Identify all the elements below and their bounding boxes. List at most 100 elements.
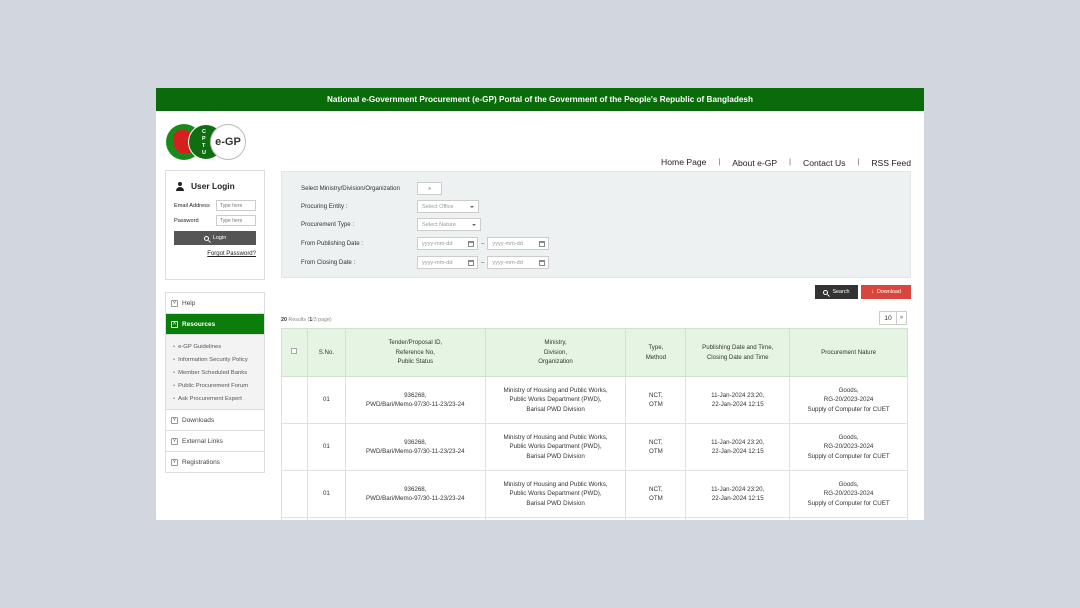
tender-ref: PWD/Bari/Memo-97/30-11-23/23-24 bbox=[365, 401, 465, 408]
publishing-date: 11-Jan-2024 23:20, bbox=[711, 485, 765, 493]
egp-logo-text: e-GP bbox=[215, 136, 241, 148]
table-header-row: S.No. Tender/Proposal ID, Reference No, … bbox=[281, 328, 908, 377]
nature-category: Goods, bbox=[838, 480, 859, 488]
submenu-item[interactable]: Information Security Policy bbox=[173, 353, 264, 366]
close-date-from[interactable]: yyyy-mm-dd bbox=[417, 256, 478, 269]
menu-downloads-label: Downloads bbox=[182, 416, 215, 424]
menu-registrations-label: Registrations bbox=[182, 458, 220, 466]
password-label: Password bbox=[174, 217, 199, 224]
password-field[interactable] bbox=[216, 215, 256, 226]
chevron-down-icon: ˅ bbox=[171, 458, 178, 466]
menu-registrations[interactable]: ˅ Registrations bbox=[166, 452, 264, 473]
menu-downloads[interactable]: ˅ Downloads bbox=[166, 410, 264, 431]
action-buttons: Search ↓ Download bbox=[815, 285, 911, 299]
nav-contact[interactable]: Contact Us bbox=[803, 158, 846, 172]
banner-text: National e-Government Procurement (e-GP)… bbox=[327, 95, 753, 104]
type-row: Procurement Type : Select Nature bbox=[301, 218, 481, 231]
table-row[interactable]: 01 936268, PWD/Bari/Memo-97/30-11-23/23-… bbox=[281, 470, 908, 518]
tender-cell: 936268, PWD/Bari/Memo-97/30-11-23/23-24 bbox=[344, 423, 486, 471]
nav-separator: | bbox=[857, 158, 860, 166]
nav-rss[interactable]: RSS Feed bbox=[871, 158, 911, 172]
submenu-item[interactable]: Ask Procurement Expert bbox=[173, 392, 264, 405]
password-row: Password bbox=[174, 215, 256, 226]
sno-cell: 01 bbox=[306, 376, 346, 424]
next-page-button[interactable]: » bbox=[896, 312, 906, 324]
header-line: Public Status bbox=[397, 358, 434, 366]
menu-help[interactable]: ˅ Help bbox=[166, 293, 264, 314]
type-select[interactable]: Select Nature bbox=[417, 218, 481, 231]
search-panel: Select Ministry/Division/Organization » … bbox=[281, 171, 911, 278]
results-count: 20 bbox=[281, 317, 287, 323]
pub-date-from[interactable]: yyyy-mm-dd bbox=[417, 237, 478, 250]
submenu-item[interactable]: e-GP Guidelines bbox=[173, 340, 264, 353]
email-field[interactable] bbox=[216, 200, 256, 211]
type-cell bbox=[625, 517, 687, 520]
page-size-select[interactable]: 10 bbox=[880, 315, 896, 322]
egp-logo: e-GP bbox=[210, 124, 246, 160]
header-line: Ministry, bbox=[544, 339, 567, 347]
ministry-cell: Ministry of Housing and Public Works, Pu… bbox=[484, 376, 627, 424]
publishing-date: 11-Jan-2024 23:20, bbox=[711, 438, 765, 446]
header-line: Method bbox=[645, 353, 667, 361]
pub-date-to[interactable]: yyyy-mm-dd bbox=[487, 237, 550, 250]
results-summary: 20 Results (1/3 page) bbox=[281, 317, 332, 323]
forgot-password-link[interactable]: Forgot Password? bbox=[174, 251, 256, 257]
header-line: Publishing Date and Time, bbox=[702, 343, 774, 351]
cptu-letter: P bbox=[202, 136, 206, 142]
closing-date: 22-Jan-2024 12:15 bbox=[711, 448, 764, 455]
chevron-down-icon: ˅ bbox=[171, 437, 178, 445]
ministry-cell bbox=[484, 517, 627, 520]
header-line: Tender/Proposal ID, bbox=[388, 339, 443, 347]
entity-select[interactable]: Select Office bbox=[417, 200, 479, 213]
sno-cell: 01 bbox=[306, 470, 346, 518]
ministry-select-button[interactable]: » bbox=[417, 182, 442, 195]
resources-submenu: e-GP Guidelines Information Security Pol… bbox=[166, 335, 264, 410]
ministry-label: Select Ministry/Division/Organization bbox=[301, 185, 400, 192]
calendar-icon bbox=[468, 260, 474, 266]
download-button-label: Download bbox=[877, 289, 901, 295]
table-row[interactable]: 01 936268, PWD/Bari/Memo-97/30-11-23/23-… bbox=[281, 376, 908, 424]
submenu-item[interactable]: Member Scheduled Banks bbox=[173, 366, 264, 379]
user-icon bbox=[176, 181, 185, 191]
organization-name: Barisal PWD Division bbox=[526, 405, 585, 413]
close-date-to[interactable]: yyyy-mm-dd bbox=[487, 256, 550, 269]
nature-ref: RG-20/2023-2024 bbox=[823, 443, 874, 451]
site-logo[interactable]: C P T U e-GP bbox=[166, 124, 246, 160]
table-row[interactable] bbox=[281, 517, 908, 520]
header-line: Reference No, bbox=[395, 348, 435, 356]
entity-label: Procuring Entity : bbox=[301, 203, 348, 210]
col-sno: S.No. bbox=[306, 328, 346, 377]
publishing-date-label: From Publishing Date : bbox=[301, 240, 363, 247]
search-button[interactable]: Search bbox=[815, 285, 858, 299]
tender-cell bbox=[344, 517, 486, 520]
download-button[interactable]: ↓ Download bbox=[861, 285, 911, 299]
submenu-item[interactable]: Public Procurement Forum bbox=[173, 379, 264, 392]
side-menu: ˅ Help ˄ Resources e-GP Guidelines Infor… bbox=[165, 292, 265, 473]
tender-ref: PWD/Bari/Memo-97/30-11-23/23-24 bbox=[365, 448, 465, 455]
tender-id: 936268, bbox=[404, 391, 427, 399]
type-cell: NCT, OTM bbox=[625, 470, 687, 518]
publishing-date: 11-Jan-2024 23:20, bbox=[711, 391, 765, 399]
menu-help-label: Help bbox=[182, 299, 196, 307]
row-select-cell bbox=[281, 423, 308, 471]
nav-about[interactable]: About e-GP bbox=[732, 158, 777, 172]
cptu-letter: U bbox=[202, 150, 206, 156]
cptu-letter: C bbox=[202, 129, 206, 135]
page-size-control: 10 » bbox=[879, 311, 907, 325]
publishing-date-row: From Publishing Date : yyyy-mm-dd – yyyy… bbox=[301, 237, 550, 250]
dates-cell bbox=[685, 517, 791, 520]
col-ministry: Ministry, Division, Organization bbox=[484, 328, 627, 377]
division-name: Public Works Department (PWD), bbox=[509, 490, 602, 498]
closing-date: 22-Jan-2024 12:15 bbox=[711, 495, 764, 502]
nature-ref: RG-20/2023-2024 bbox=[823, 396, 874, 404]
table-row[interactable]: 01 936268, PWD/Bari/Memo-97/30-11-23/23-… bbox=[281, 423, 908, 471]
menu-external-links[interactable]: ˅ External Links bbox=[166, 431, 264, 452]
type-value: NCT, bbox=[649, 438, 663, 446]
menu-resources[interactable]: ˄ Resources bbox=[166, 314, 264, 335]
ministry-name: Ministry of Housing and Public Works, bbox=[503, 386, 608, 394]
calendar-icon bbox=[468, 241, 474, 247]
nature-ref: RG-20/2023-2024 bbox=[823, 490, 874, 498]
results-label-end: /3 page) bbox=[312, 317, 332, 323]
select-all-checkbox[interactable] bbox=[291, 347, 298, 354]
login-button[interactable]: Login bbox=[174, 231, 256, 245]
